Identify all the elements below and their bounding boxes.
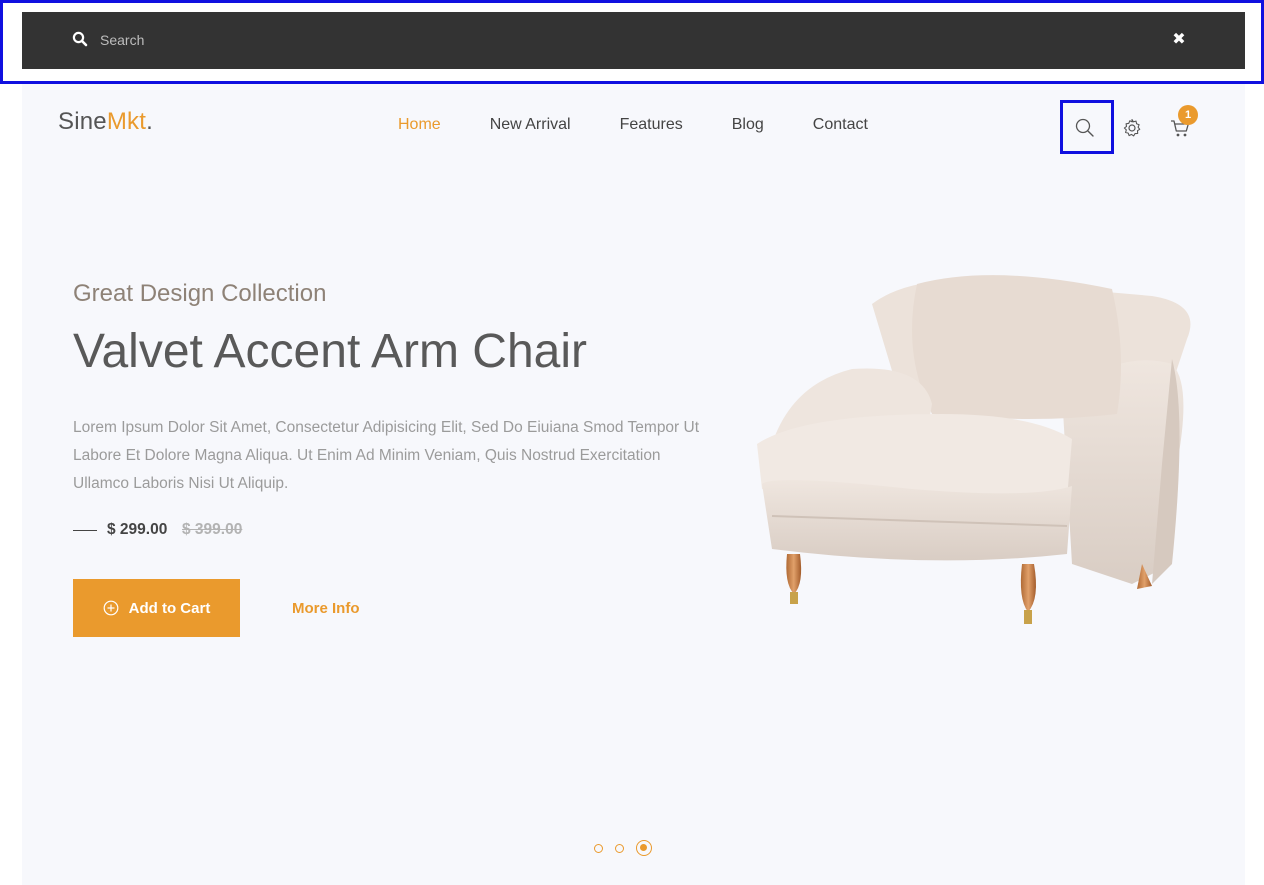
hero-description: Lorem Ipsum Dolor Sit Amet, Consectetur …: [73, 419, 700, 492]
search-icon[interactable]: [1074, 117, 1096, 139]
current-price: $ 299.00: [107, 521, 168, 538]
nav-features[interactable]: Features: [620, 116, 683, 134]
add-to-cart-button[interactable]: Add to Cart: [73, 579, 240, 637]
price-dash: [73, 530, 97, 531]
nav-new-arrival[interactable]: New Arrival: [490, 116, 571, 134]
old-price: $ 399.00: [182, 521, 243, 538]
gear-icon[interactable]: [1121, 117, 1143, 139]
logo-text-primary: Sine: [58, 108, 107, 135]
logo-dot: .: [146, 108, 153, 135]
slider-dots: [594, 840, 652, 856]
more-info-link[interactable]: More Info: [292, 600, 360, 617]
slider-dot-2[interactable]: [615, 843, 624, 853]
plus-circle-icon: [103, 600, 119, 616]
armchair-image: [757, 275, 1191, 624]
cart-count-badge: 1: [1178, 105, 1198, 125]
search-input[interactable]: [100, 26, 1000, 54]
hero-subtitle: Great Design Collection: [73, 280, 327, 307]
logo-text-accent: Mkt: [106, 108, 147, 135]
nav-blog[interactable]: Blog: [732, 116, 764, 134]
add-to-cart-label: Add to Cart: [128, 599, 211, 617]
slider-dot-3[interactable]: [636, 840, 652, 856]
search-icon: [72, 31, 88, 47]
main-nav: Home New Arrival Features Blog Contact: [398, 116, 917, 134]
logo[interactable]: SineMkt.: [58, 108, 153, 136]
close-icon[interactable]: ✖: [1169, 29, 1189, 49]
page-main: SineMkt. Home New Arrival Features Blog …: [22, 84, 1245, 885]
slider-dot-1[interactable]: [594, 843, 603, 853]
search-bar: ✖: [22, 12, 1245, 69]
nav-home[interactable]: Home: [398, 116, 441, 134]
hero-title: Valvet Accent Arm Chair: [73, 325, 587, 378]
nav-contact[interactable]: Contact: [813, 116, 868, 134]
